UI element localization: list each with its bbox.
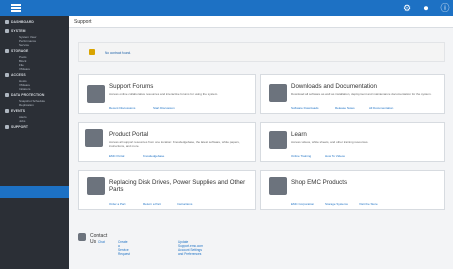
card-title: Learn xyxy=(291,131,307,138)
support-card: Support Forums Access online collaborativ… xyxy=(78,74,256,114)
card-link[interactable]: EMC Corporation xyxy=(291,202,314,206)
sidebar-icon xyxy=(5,125,9,129)
support-card: Shop EMC Products EMC Corporation Storage … xyxy=(260,170,445,210)
settings-icon[interactable]: ⚙ xyxy=(402,3,412,13)
notice-banner: No contract found. xyxy=(78,42,445,62)
sidebar-icon xyxy=(5,73,9,77)
card-link[interactable]: Knowledgebase xyxy=(143,154,164,158)
support-card: Downloads and Documentation Download all … xyxy=(260,74,445,114)
sidebar-icon xyxy=(5,29,9,33)
card-link[interactable]: Storage Systems xyxy=(325,202,348,206)
page-title: Support xyxy=(74,19,92,25)
sidebar-item-label: EVENTS xyxy=(11,109,26,113)
card-description: Access videos, white sheets, and other t… xyxy=(291,140,369,144)
card-description: Download all software as well as install… xyxy=(291,92,432,96)
sidebar-icon xyxy=(5,20,9,24)
card-link[interactable]: Start Discussion xyxy=(153,106,175,110)
sidebar-icon xyxy=(5,49,9,53)
card-link[interactable]: All Documentation xyxy=(369,106,393,110)
card-link[interactable]: Visit the Store xyxy=(359,202,378,206)
menu-icon[interactable] xyxy=(11,4,21,12)
card-link[interactable]: Instructions xyxy=(177,202,192,206)
card-link[interactable]: Software Downloads xyxy=(291,106,319,110)
card-title: Support Forums xyxy=(109,83,154,90)
sidebar-item-label: ACCESS xyxy=(11,73,26,77)
support-card: Replacing Disk Drives, Power Supplies an… xyxy=(78,170,256,210)
card-link[interactable]: Release Notes xyxy=(335,106,355,110)
tools-icon xyxy=(87,177,105,195)
card-description: Access all support resources from one lo… xyxy=(109,140,240,148)
contact-link[interactable]: Update Support.emc.com Account Settings … xyxy=(178,240,203,256)
card-description: Access online collaborative resources an… xyxy=(109,92,219,96)
card-link[interactable]: Return a Part xyxy=(143,202,161,206)
support-card: Product Portal Access all support resourc… xyxy=(78,122,256,162)
sidebar-icon xyxy=(5,93,9,97)
sidebar-subitem[interactable]: Service xyxy=(19,43,29,47)
notice-text: No contract found. xyxy=(105,51,132,55)
sidebar-item-label: SYSTEM xyxy=(11,29,26,33)
cart-icon xyxy=(269,177,287,195)
card-link[interactable]: How To Videos xyxy=(325,154,345,158)
sidebar-subitem[interactable]: Jobs xyxy=(19,119,25,123)
top-bar: ⚙ ⏺ ⓘ xyxy=(0,0,453,16)
sidebar-item-label: DATA PROTECTION xyxy=(11,93,45,97)
card-link[interactable]: EMC Portal xyxy=(109,154,124,158)
sidebar-subitem[interactable]: VMware xyxy=(19,67,30,71)
card-title: Product Portal xyxy=(109,131,149,138)
sidebar-subitem[interactable]: Initiators xyxy=(19,87,30,91)
card-title: Replacing Disk Drives, Power Supplies an… xyxy=(109,179,246,193)
card-title: Shop EMC Products xyxy=(291,179,348,186)
card-link[interactable]: Recent Discussions xyxy=(109,106,135,110)
sidebar-item-label: STORAGE xyxy=(11,49,29,53)
card-title: Downloads and Documentation xyxy=(291,83,377,90)
sidebar-item-active-highlight xyxy=(0,186,69,198)
download-icon xyxy=(269,84,287,102)
page-header: Support xyxy=(69,16,453,28)
document-icon xyxy=(85,129,103,147)
sidebar-subitem[interactable]: Replication xyxy=(19,103,34,107)
alert-icon xyxy=(89,49,95,55)
sidebar-item-label: SUPPORT xyxy=(11,125,29,129)
sidebar-item-label: DASHBOARD xyxy=(11,20,34,24)
info-icon[interactable]: ⓘ xyxy=(440,3,450,13)
user-icon[interactable]: ⏺ xyxy=(421,3,431,13)
video-icon xyxy=(269,131,287,149)
card-link[interactable]: Order a Part xyxy=(109,202,126,206)
contact-link[interactable]: Create a Service Request xyxy=(118,240,130,256)
sidebar-icon xyxy=(5,109,9,113)
phone-icon xyxy=(78,233,86,241)
sidebar-nav xyxy=(0,16,69,269)
card-link[interactable]: Online Training xyxy=(291,154,311,158)
support-card: Learn Access videos, white sheets, and ot… xyxy=(260,122,445,162)
contact-link[interactable]: Chat xyxy=(98,240,105,244)
chat-icon xyxy=(87,85,105,103)
